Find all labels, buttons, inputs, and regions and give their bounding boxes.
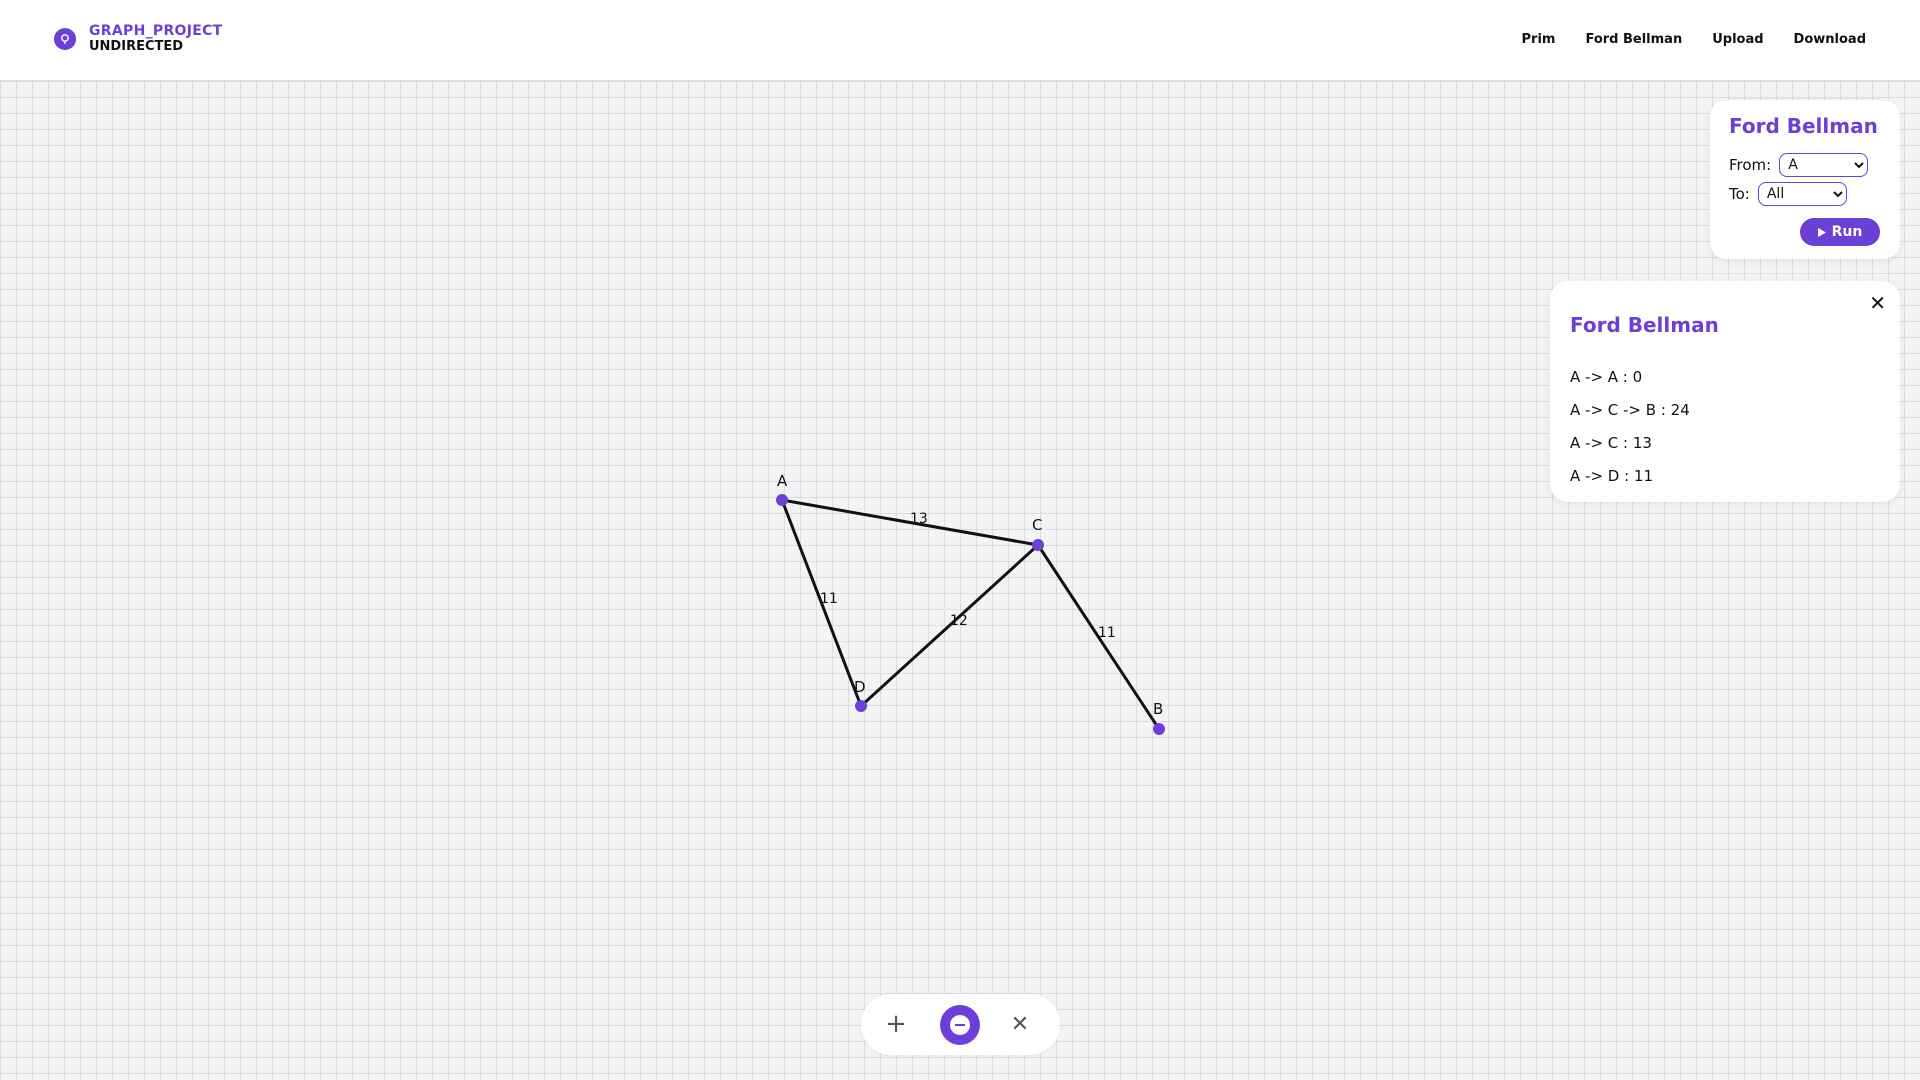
- edge-weight-c-b: 11: [1098, 625, 1116, 641]
- algorithm-title: Ford Bellman: [1729, 114, 1878, 138]
- result-title: Ford Bellman: [1570, 313, 1719, 337]
- node-label-d: D: [854, 678, 866, 696]
- algorithm-panel: Ford Bellman From: A To: All Run: [1710, 100, 1900, 259]
- edge-weight-a-c: 13: [910, 511, 928, 527]
- result-item: A -> A : 0: [1570, 368, 1643, 386]
- graph-drawing: 13 11 12 11 A B C D: [776, 472, 1165, 735]
- plus-icon[interactable]: +: [881, 1009, 911, 1039]
- node-a[interactable]: [776, 494, 788, 506]
- play-icon: [1817, 227, 1826, 237]
- result-item: A -> D : 11: [1570, 467, 1654, 485]
- result-panel: ✕ Ford Bellman A -> A : 0 A -> C -> B : …: [1550, 281, 1900, 502]
- run-label: Run: [1831, 224, 1863, 240]
- from-label: From:: [1729, 156, 1772, 174]
- from-row: From: A: [1729, 153, 1869, 177]
- node-label-c: C: [1032, 516, 1042, 534]
- node-label-b: B: [1153, 700, 1163, 718]
- edge-weight-d-c: 12: [950, 613, 968, 629]
- to-label: To:: [1729, 185, 1750, 203]
- edge-weight-a-d: 11: [820, 591, 838, 607]
- to-row: To: All: [1729, 182, 1847, 206]
- result-item: A -> C : 13: [1570, 434, 1652, 452]
- node-d[interactable]: [855, 700, 867, 712]
- close-icon[interactable]: ✕: [1005, 1009, 1035, 1039]
- from-select[interactable]: A: [1779, 153, 1869, 177]
- node-b[interactable]: [1153, 723, 1165, 735]
- result-list: A -> A : 0 A -> C -> B : 24 A -> C : 13 …: [1570, 361, 1690, 493]
- close-icon[interactable]: ✕: [1869, 291, 1886, 315]
- node-label-a: A: [777, 472, 788, 490]
- node-c[interactable]: [1032, 539, 1044, 551]
- result-item: A -> C -> B : 24: [1570, 401, 1690, 419]
- minus-circle-icon[interactable]: [940, 1005, 980, 1045]
- run-button[interactable]: Run: [1800, 218, 1880, 246]
- to-select[interactable]: All: [1757, 182, 1847, 206]
- edit-toolbar: + ✕: [861, 994, 1060, 1055]
